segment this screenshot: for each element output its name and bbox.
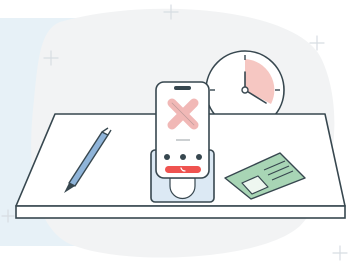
illustration-scene xyxy=(0,0,353,275)
keypad-dot xyxy=(164,154,170,160)
sparkle-icon xyxy=(332,245,348,261)
smartphone xyxy=(155,81,210,179)
keypad-dot xyxy=(180,154,186,160)
call-button[interactable] xyxy=(165,166,201,173)
keypad-dot xyxy=(196,154,202,160)
missed-call-illustration xyxy=(0,4,348,261)
